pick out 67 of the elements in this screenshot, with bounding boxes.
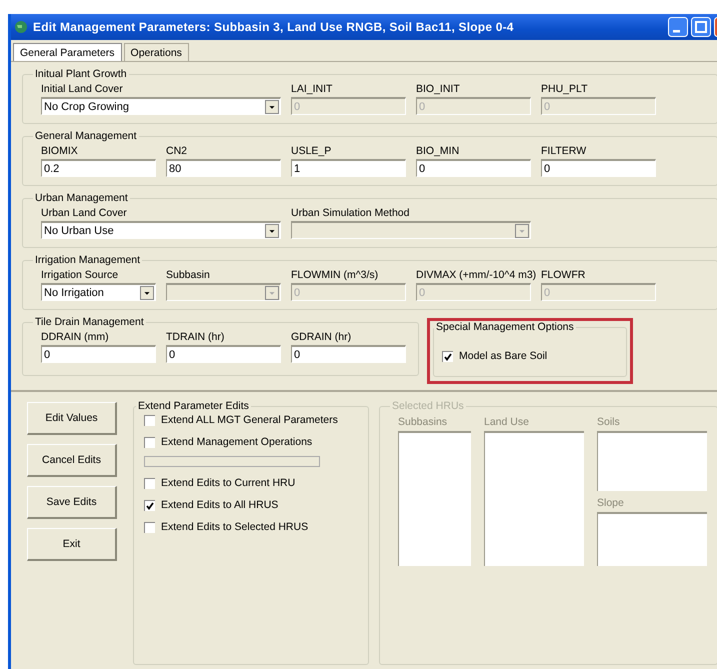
- group-title: Initual Plant Growth: [34, 68, 128, 80]
- list-box[interactable]: [484, 431, 584, 566]
- checkbox[interactable]: Extend Edits to Current HRU: [144, 475, 360, 491]
- globe-icon: [14, 20, 28, 34]
- list-box[interactable]: [597, 431, 707, 491]
- dropdown[interactable]: No Crop Growing: [41, 97, 281, 115]
- checkbox[interactable]: Extend Edits to All HRUS: [144, 497, 360, 513]
- group-title: Special Management Options: [435, 321, 575, 333]
- field-label: Urban Simulation Method: [291, 206, 410, 221]
- field-label: PHU_PLT: [541, 82, 588, 97]
- field-label: FILTERW: [541, 144, 586, 159]
- dropdown-arrow-icon[interactable]: [265, 224, 279, 238]
- input-field[interactable]: 1: [291, 159, 406, 177]
- tab[interactable]: General Parameters: [13, 43, 122, 61]
- checkbox[interactable]: Extend ALL MGT General Parameters: [144, 412, 360, 428]
- field-label: CN2: [166, 144, 188, 159]
- checkbox[interactable]: Extend Management Operations: [144, 434, 360, 450]
- field-label: BIOMIX: [41, 144, 78, 159]
- list-label: Subbasins: [398, 416, 448, 430]
- group-title: Selected HRUs: [391, 400, 465, 412]
- group-title: Extend Parameter Edits: [137, 400, 250, 412]
- window-title: Edit Management Parameters: Subbasin 3, Land Use RNGB, Soil Bac11, Slope 0-4: [33, 20, 515, 34]
- list-label: Land Use: [484, 416, 530, 430]
- minimize-icon[interactable]: [668, 17, 688, 37]
- field-label: DDRAIN (mm): [41, 330, 109, 345]
- tab[interactable]: Operations: [124, 43, 189, 61]
- group-title: Urban Management: [34, 192, 129, 204]
- group-title: Irrigation Management: [34, 254, 142, 266]
- field-label: DIVMAX (+mm/-10^4 m3): [416, 268, 536, 283]
- push-button[interactable]: Save Edits: [27, 486, 117, 519]
- list-label: Soils: [597, 416, 621, 430]
- field-label: FLOWMIN (m^3/s): [291, 268, 378, 283]
- list-box[interactable]: [597, 512, 707, 566]
- dropdown[interactable]: No Irrigation: [41, 283, 156, 301]
- input-field[interactable]: 80: [166, 159, 281, 177]
- field-label: BIO_MIN: [416, 144, 460, 159]
- list-label: Slope: [597, 497, 625, 511]
- check-icon: [443, 352, 453, 362]
- check-icon: [145, 500, 155, 510]
- list-box[interactable]: [398, 431, 471, 566]
- field-label: Urban Land Cover: [41, 206, 127, 221]
- field-label: Subbasin: [166, 268, 210, 283]
- field-label: TDRAIN (hr): [166, 330, 224, 345]
- group-title: General Management: [34, 130, 138, 142]
- dropdown-arrow-icon[interactable]: [140, 286, 154, 300]
- maximize-icon[interactable]: [691, 17, 711, 37]
- field-label: FLOWFR: [541, 268, 586, 283]
- input-field[interactable]: 0.2: [41, 159, 156, 177]
- input-field[interactable]: 0: [416, 159, 531, 177]
- field-label: BIO_INIT: [416, 82, 460, 97]
- checkbox[interactable]: Model as Bare Soil: [442, 347, 618, 365]
- input-field[interactable]: 0: [291, 345, 406, 363]
- group-title: Tile Drain Management: [34, 316, 145, 328]
- field-label: Initial Land Cover: [41, 82, 123, 97]
- dropdown[interactable]: No Urban Use: [41, 221, 281, 239]
- checkbox[interactable]: Extend Edits to Selected HRUS: [144, 519, 360, 535]
- push-button[interactable]: Cancel Edits: [27, 444, 117, 477]
- field-label: USLE_P: [291, 144, 332, 159]
- push-button[interactable]: Exit: [27, 528, 117, 561]
- field-label: GDRAIN (hr): [291, 330, 352, 345]
- input-field[interactable]: 0: [41, 345, 156, 363]
- field-label: LAI_INIT: [291, 82, 332, 97]
- dropdown-arrow-icon[interactable]: [265, 100, 279, 114]
- push-button[interactable]: Edit Values: [27, 402, 117, 435]
- input-field[interactable]: 0: [541, 159, 656, 177]
- input-field[interactable]: 0: [166, 345, 281, 363]
- field-label: Irrigation Source: [41, 268, 118, 283]
